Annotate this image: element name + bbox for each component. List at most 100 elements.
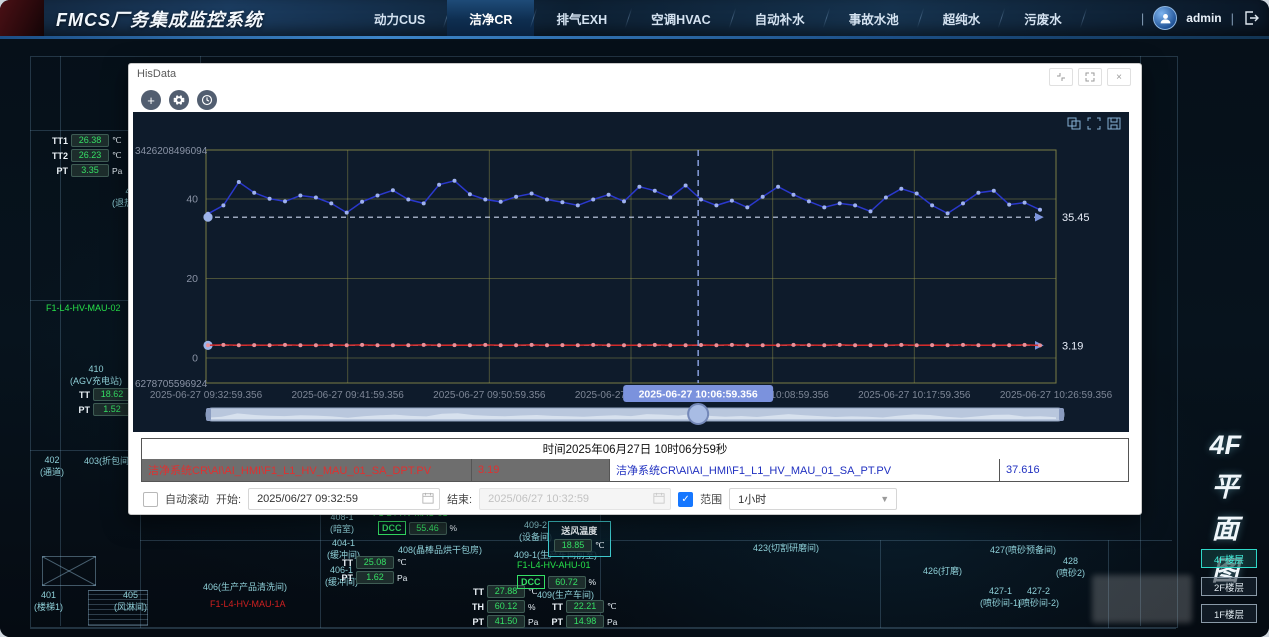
data-point — [499, 343, 503, 347]
tab-超纯水[interactable]: 超纯水 — [921, 0, 1003, 36]
data-point — [992, 189, 996, 193]
data-point — [745, 205, 749, 209]
tag-value-cell-red[interactable]: 3.19 — [472, 459, 610, 481]
tab-自动补水[interactable]: 自动补水 — [733, 0, 827, 36]
cursor-time-label: 2025-06-27 10:06:59.356 — [639, 389, 758, 401]
data-point — [946, 343, 950, 347]
data-point — [792, 193, 796, 197]
tab-排气EXH[interactable]: 排气EXH — [534, 0, 629, 36]
tab-空调HVAC[interactable]: 空调HVAC — [629, 0, 733, 36]
tag-value-cell-blue[interactable]: 37.616 — [1000, 459, 1128, 481]
slider-left-handle[interactable] — [206, 408, 211, 421]
floor-button-4f[interactable]: 4F楼层 — [1201, 549, 1257, 568]
app-title: FMCS厂务集成监控系统 — [56, 6, 263, 32]
sensor-unit: ℃ — [112, 150, 122, 161]
floor-button-1f[interactable]: 1F楼层 — [1201, 604, 1257, 623]
username-label: admin — [1186, 11, 1221, 25]
zoom-reset-icon[interactable] — [1087, 117, 1101, 130]
autoscroll-checkbox[interactable] — [143, 492, 158, 507]
data-point — [468, 343, 472, 347]
room-label: 402 (通道) — [40, 455, 64, 478]
y-min-label: 6278705596924 — [135, 379, 208, 390]
data-point — [422, 343, 426, 347]
user-avatar-icon[interactable] — [1153, 6, 1177, 30]
data-point — [822, 343, 826, 347]
history-chart[interactable]: 02040342620849609462787055969242025-06-2… — [133, 112, 1129, 432]
data-point — [545, 343, 549, 347]
data-point — [391, 343, 395, 347]
data-point — [668, 343, 672, 347]
tab-污废水[interactable]: 污废水 — [1002, 0, 1084, 36]
data-point — [576, 343, 580, 347]
logout-icon[interactable] — [1243, 10, 1259, 26]
data-point — [776, 185, 780, 189]
data-point — [1038, 343, 1042, 347]
fullscreen-icon[interactable] — [1078, 68, 1102, 86]
room-label: F1-L4-HV-MAU-1A — [210, 599, 286, 611]
data-point — [345, 211, 349, 215]
data-point — [252, 343, 256, 347]
shrink-icon[interactable] — [1049, 68, 1073, 86]
data-point — [899, 187, 903, 191]
data-point — [992, 343, 996, 347]
start-label: 开始: — [216, 491, 241, 507]
range-select-value: 1小时 — [738, 491, 766, 507]
close-icon[interactable]: × — [1107, 68, 1131, 86]
floor-button-2f[interactable]: 2F楼层 — [1201, 577, 1257, 596]
tag-path-cell-red[interactable]: 洁净系统CR\AI\AI_HMI\F1_L1_HV_MAU_01_SA_DPT.… — [142, 459, 472, 481]
data-point — [268, 343, 272, 347]
tag-path-cell-blue[interactable]: 洁净系统CR\AI\AI_HMI\F1_L1_HV_MAU_01_SA_PT.P… — [610, 459, 1000, 481]
y-tick-label: 0 — [192, 353, 198, 365]
timeline-slider-track[interactable] — [206, 408, 1064, 421]
data-point — [206, 212, 210, 216]
tag-value-row: 洁净系统CR\AI\AI_HMI\F1_L1_HV_MAU_01_SA_DPT.… — [141, 459, 1129, 482]
data-point — [468, 192, 472, 196]
data-point — [745, 343, 749, 347]
sensor-value: 26.23 — [71, 149, 109, 162]
sensor-label: TT — [545, 602, 563, 612]
data-point — [437, 183, 441, 187]
data-point — [1023, 201, 1027, 205]
supply-temp-box: 送风温度18.85℃ — [548, 521, 611, 557]
room-label: F1-L4-HV-AHU-01 — [517, 560, 591, 572]
range-checkbox[interactable]: ✓ — [678, 492, 693, 507]
save-image-icon[interactable] — [1107, 117, 1121, 130]
time-controls: 自动滚动 开始: 结束: ✓ 范围 1小时 ▼ — [143, 488, 897, 510]
window-controls: × — [1049, 68, 1131, 86]
data-point — [915, 192, 919, 196]
data-point — [283, 343, 287, 347]
slider-right-handle[interactable] — [1059, 408, 1064, 421]
end-time-input[interactable] — [479, 488, 671, 510]
data-point — [237, 343, 241, 347]
room-label: 428 (喷砂2) — [1056, 556, 1085, 579]
data-point — [884, 196, 888, 200]
room-label: 410 (AGV充电站) — [70, 364, 122, 387]
x-tick-label: 2025-06-27 09:32:59.356 — [150, 390, 263, 401]
add-curve-button[interactable]: + — [141, 90, 161, 110]
data-point — [560, 200, 564, 204]
data-point — [298, 194, 302, 198]
data-point — [976, 343, 980, 347]
slider-thumb[interactable] — [688, 404, 708, 424]
time-range-clock-icon[interactable] — [197, 90, 217, 110]
start-time-input[interactable] — [248, 488, 440, 510]
data-point — [221, 203, 225, 207]
range-select[interactable]: 1小时 ▼ — [729, 488, 897, 510]
data-point — [853, 343, 857, 347]
data-point — [283, 199, 287, 203]
region-select-icon[interactable] — [1067, 117, 1081, 130]
data-point — [376, 194, 380, 198]
data-point — [329, 343, 333, 347]
y-tick-label: 20 — [186, 273, 198, 285]
tab-洁净CR[interactable]: 洁净CR — [447, 0, 534, 36]
app-window: 430 (退热车间)410 (AGV充电站)402 (通道)403(折包间1)4… — [0, 0, 1269, 637]
tab-动力CUS[interactable]: 动力CUS — [352, 0, 447, 36]
settings-gear-icon[interactable] — [169, 90, 189, 110]
dcc-value: 55.46 — [409, 522, 447, 535]
tab-事故水池[interactable]: 事故水池 — [827, 0, 921, 36]
sensor-readout: TT126.38℃TT226.23℃PT3.35Pa — [50, 134, 122, 179]
data-point — [637, 343, 641, 347]
hisdata-dialog: HisData × + 0204034262084960946278705596… — [128, 63, 1142, 515]
dcc-unit: % — [589, 577, 597, 587]
sensor-value: 60.12 — [487, 600, 525, 613]
